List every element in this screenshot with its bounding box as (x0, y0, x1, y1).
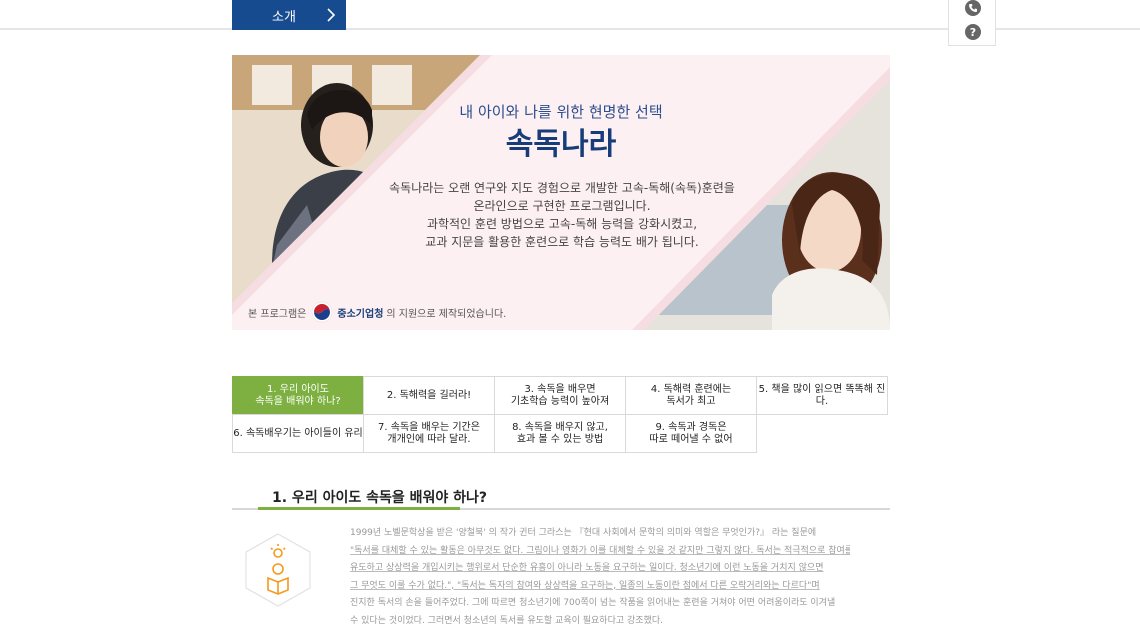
support-notice: 본 프로그램은 중소기업청 의 지원으로 제작되었습니다. (248, 301, 506, 323)
government-emblem-icon (312, 301, 333, 323)
chevron-right-icon (327, 8, 336, 22)
hero-banner: 내 아이와 나를 위한 현명한 선택 속독나라 속독나라는 오랜 연구와 지도 … (232, 55, 890, 330)
tab-label: 5. 책을 많이 읽으면 똑똑해 진다. (758, 383, 886, 407)
tab-empty-cell (756, 414, 888, 453)
tab-label: 8. 속독을 배우지 않고, 효과 볼 수 있는 방법 (512, 421, 608, 445)
tab-9[interactable]: 9. 속독과 경독은 따로 떼어낼 수 없어 (625, 414, 757, 453)
tab-2[interactable]: 2. 독해력을 길러라! (363, 376, 495, 415)
phone-icon[interactable] (965, 0, 981, 16)
section-title: 1. 우리 아이도 속독을 배워야 하나? (272, 490, 487, 506)
tab-3[interactable]: 3. 속독을 배우면 기초학습 능력이 높아져 (494, 376, 626, 415)
hero-description-line: 온라인으로 구현한 프로그램입니다. (473, 199, 651, 213)
tab-label: 7. 속독을 배우는 기간은 개개인에 따라 달라. (378, 421, 480, 445)
support-prefix: 본 프로그램은 (248, 308, 307, 320)
reading-child-icon (245, 533, 311, 607)
tab-7[interactable]: 7. 속독을 배우는 기간은 개개인에 따라 달라. (363, 414, 495, 453)
paragraph-line: 1999년 노벨문학상을 받은 '양철북' 의 작가 귄터 그라스는 『현대 사… (350, 528, 817, 538)
paragraph-line-quote: 유도하고 상상력을 개입시키는 행위로서 단순한 유흥이 아니라 노동을 요구하… (350, 563, 824, 573)
help-icon[interactable]: ? (965, 24, 981, 40)
tab-label: 6. 속독배우기는 아이들이 유리 (233, 427, 363, 439)
support-suffix: 의 지원으로 제작되었습니다. (386, 308, 507, 320)
topic-tabs: 1. 우리 아이도 속독을 배워야 하나? 2. 독해력을 길러라! 3. 속독… (232, 376, 890, 453)
section-divider-accent (258, 507, 460, 510)
tab-label: 2. 독해력을 길러라! (386, 389, 472, 401)
hero-description-line: 교과 지문을 활용한 훈련으로 학습 능력도 배가 됩니다. (425, 235, 699, 249)
paragraph-line: 진지한 독서의 손을 들어주었다. 그에 따르면 청소년기에 700쪽이 넘는 … (350, 598, 836, 608)
paragraph-line-quote: 그 무엇도 이룰 수가 없다.", "독서는 독자의 참여와 상상력을 요구하는… (350, 580, 820, 591)
tab-label: 4. 독해력 훈련에는 독서가 최고 (650, 383, 732, 407)
section-paragraph: 1999년 노벨문학상을 받은 '양철북' 의 작가 귄터 그라스는 『현대 사… (350, 525, 850, 630)
tab-label: 3. 속독을 배우면 기초학습 능력이 높아져 (510, 383, 610, 407)
nav-intro-label: 소개 (272, 9, 296, 25)
tab-8[interactable]: 8. 속독을 배우지 않고, 효과 볼 수 있는 방법 (494, 414, 626, 453)
paragraph-line-quote: "독서를 대체할 수 있는 활동은 아무것도 없다. 그림이나 영화가 이를 대… (350, 545, 850, 556)
tab-label: 1. 우리 아이도 속독을 배워야 하나? (255, 383, 341, 407)
help-glyph: ? (969, 25, 977, 39)
tab-label: 9. 속독과 경독은 따로 떼어낼 수 없어 (649, 421, 733, 445)
tab-4[interactable]: 4. 독해력 훈련에는 독서가 최고 (625, 376, 757, 415)
tab-5[interactable]: 5. 책을 많이 읽으면 똑똑해 진다. (756, 376, 888, 415)
hero-title: 속독나라 (505, 127, 617, 162)
nav-intro-tab[interactable]: 소개 (232, 0, 346, 30)
hero-description: 속독나라는 오랜 연구와 지도 경험으로 개발한 고속-독해(속독)훈련을 온라… (352, 179, 772, 251)
quick-menu: ? (948, 0, 996, 46)
hero-description-line: 과학적인 훈련 방법으로 고속-독해 능력을 강화시켰고, (426, 217, 698, 231)
paragraph-line: 수 있다는 것이었다. 그러면서 청소년의 독서를 유도할 교육이 필요하다고 … (350, 615, 663, 626)
tab-1[interactable]: 1. 우리 아이도 속독을 배워야 하나? (232, 376, 364, 415)
tab-6[interactable]: 6. 속독배우기는 아이들이 유리 (232, 414, 364, 453)
support-org: 중소기업청 (337, 308, 384, 320)
hero-description-line: 속독나라는 오랜 연구와 지도 경험으로 개발한 고속-독해(속독)훈련을 (389, 181, 735, 195)
